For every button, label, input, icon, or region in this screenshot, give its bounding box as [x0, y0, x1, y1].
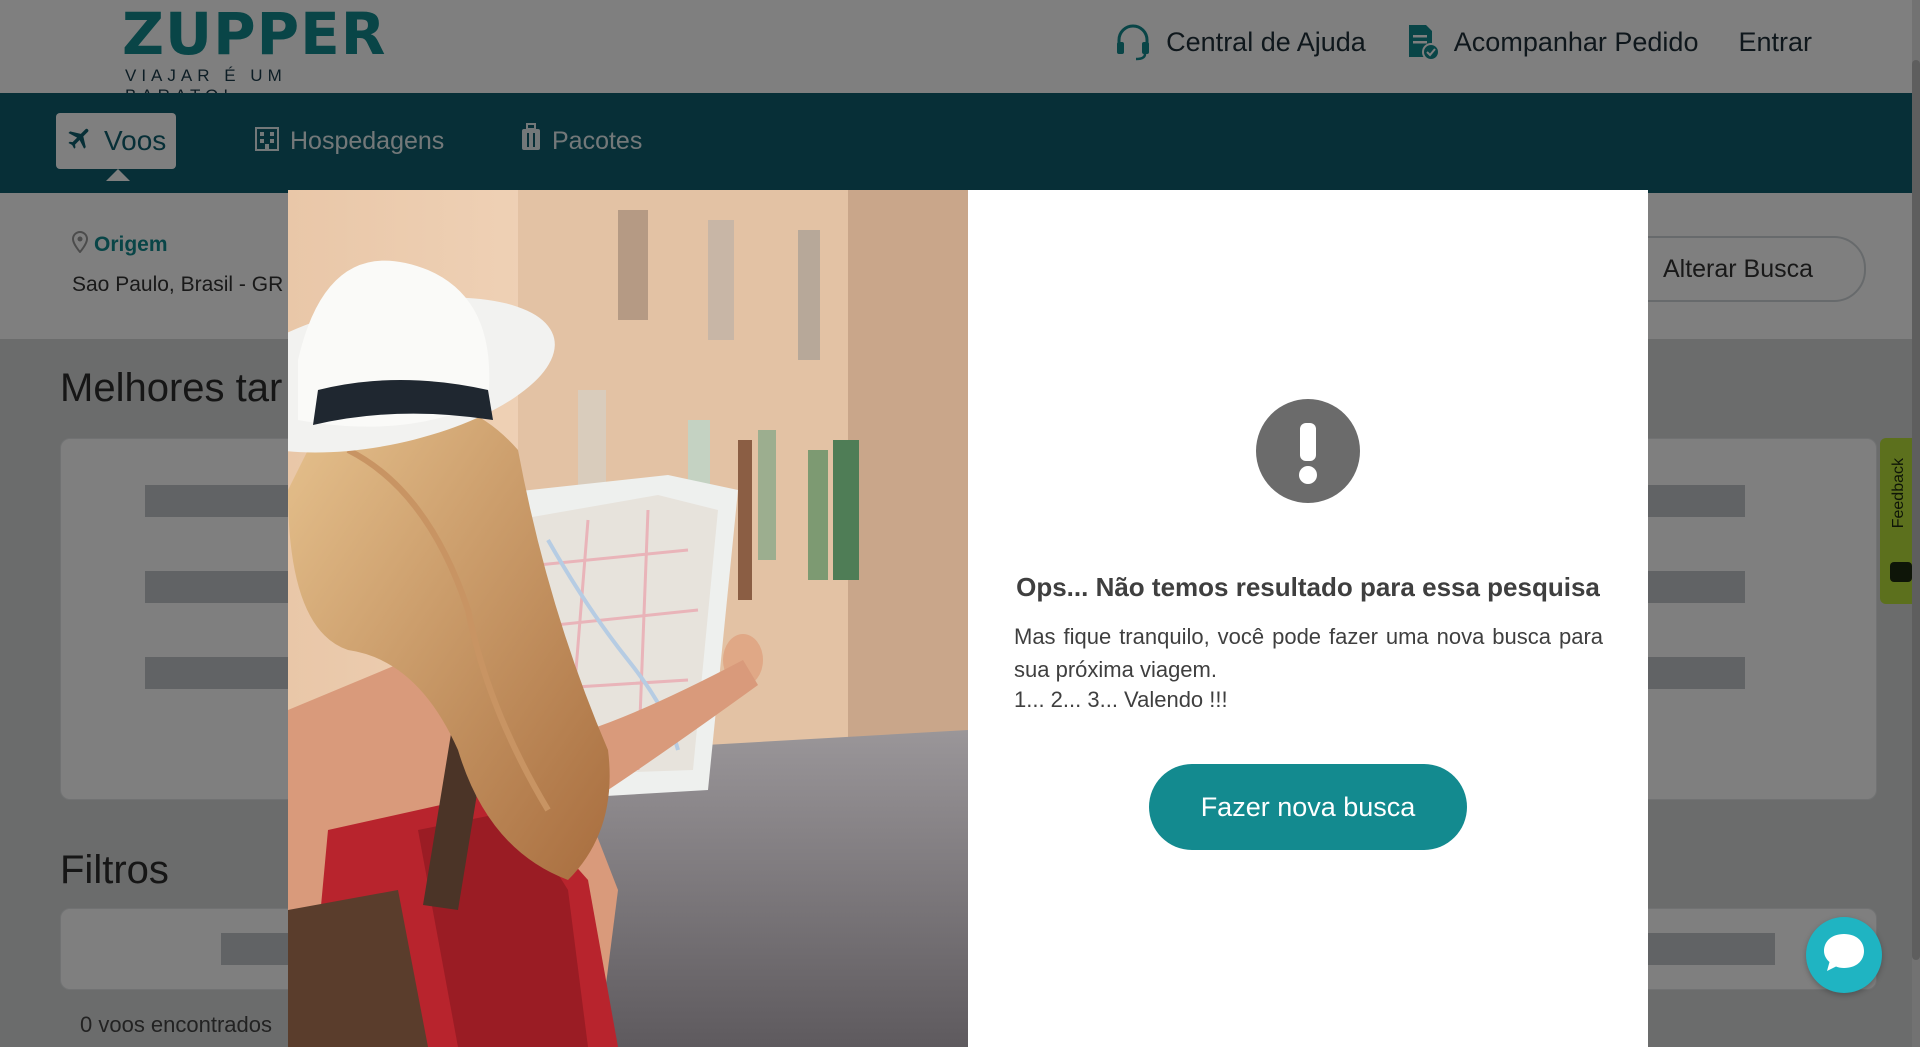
traveler-with-map-photo: [288, 190, 968, 1047]
no-results-countdown: 1... 2... 3... Valendo !!!: [1014, 687, 1228, 712]
modal-message-panel: Ops... Não temos resultado para essa pes…: [968, 190, 1648, 1047]
exclamation-circle-icon: [1256, 399, 1360, 503]
no-results-title: Ops... Não temos resultado para essa pes…: [1016, 572, 1600, 602]
chat-bubble-icon: [1820, 929, 1868, 982]
chat-button[interactable]: [1806, 917, 1882, 993]
no-results-body: Mas fique tranquilo, você pode fazer uma…: [1014, 624, 1603, 682]
new-search-button[interactable]: Fazer nova busca: [1149, 764, 1467, 850]
no-results-modal: Ops... Não temos resultado para essa pes…: [288, 190, 1648, 1047]
